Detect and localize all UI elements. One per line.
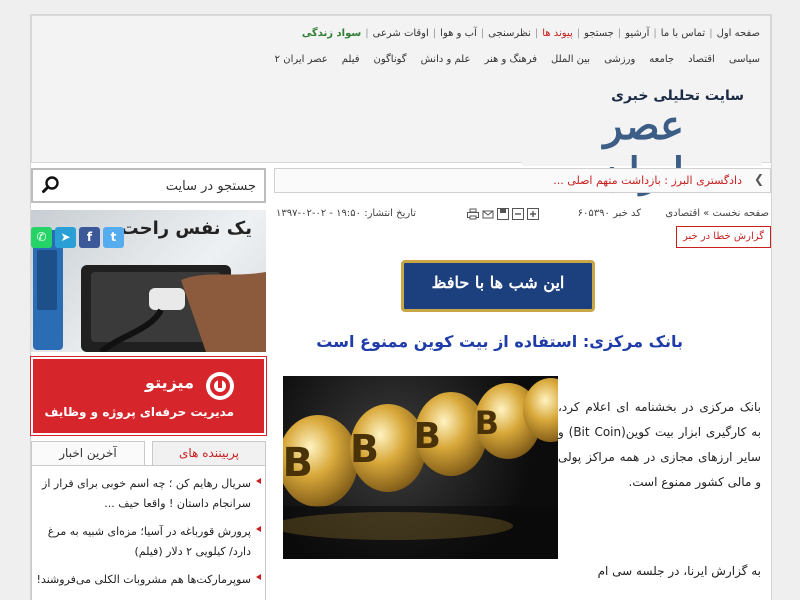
ad2-tagline: مدیریت حرفه‌ای پروژه و وظایف bbox=[44, 405, 234, 419]
nav-life-literacy[interactable]: سواد زندگی bbox=[302, 28, 361, 39]
list-item[interactable]: پرورش قورباغه در آسیا؛ مزه‌ای شبیه به مر… bbox=[32, 514, 265, 562]
chevron-right-icon[interactable]: ❯ bbox=[754, 172, 764, 186]
nav-poll[interactable]: نظرسنجی bbox=[488, 28, 531, 39]
search-box bbox=[31, 168, 266, 203]
save-icon[interactable] bbox=[497, 208, 509, 220]
ad2-brand: میزیتو bbox=[145, 373, 194, 392]
article-body-p1: بانک مرکزی در بخشنامه ای اعلام کرد، به ک… bbox=[558, 400, 762, 489]
search-input[interactable] bbox=[66, 176, 256, 196]
news-code: کد خبر ۶۰۵۳۹۰ bbox=[577, 208, 641, 219]
sidebar-tabs: پربیننده های آخرین اخبار bbox=[31, 441, 266, 465]
bullet-icon bbox=[256, 526, 261, 532]
list-item[interactable]: سوپرمارکت‌ها هم مشروبات الکلی می‌فروشند! bbox=[32, 562, 265, 590]
ticker-text[interactable]: دادگستری البرز : بازداشت متهم اصلی ... bbox=[553, 174, 742, 187]
nav-category-asriran2[interactable]: عصر ایران ۲ bbox=[275, 54, 328, 65]
hafez-banner[interactable]: این شب ها با حافظ bbox=[401, 260, 595, 312]
article-toolbar bbox=[464, 208, 539, 220]
article-image-bitcoin: B B B B bbox=[283, 376, 558, 559]
hafez-banner-text: این شب ها با حافظ bbox=[431, 273, 565, 292]
nav-category-international[interactable]: بین الملل bbox=[551, 54, 590, 65]
print-icon[interactable] bbox=[467, 208, 479, 220]
list-item-title[interactable]: سوپرمارکت‌ها هم مشروبات الکلی می‌فروشند! bbox=[37, 573, 251, 586]
svg-text:B: B bbox=[414, 416, 441, 457]
send-icon[interactable] bbox=[482, 208, 494, 220]
nav-weather[interactable]: آب و هوا bbox=[440, 28, 477, 39]
publish-date: تاریخ انتشار: ۱۹:۵۰ - ۰۲-۰۲-۱۳۹۷ bbox=[276, 208, 417, 219]
svg-text:B: B bbox=[283, 440, 313, 486]
font-increase-icon[interactable] bbox=[527, 208, 539, 220]
list-item-title[interactable]: پرورش قورباغه در آسیا؛ مزه‌ای شبیه به مر… bbox=[48, 525, 251, 558]
page: صفحه اول | تماس با ما | آرشیو | جستجو | پیون… bbox=[30, 14, 772, 600]
nav-contact[interactable]: تماس با ما bbox=[661, 28, 705, 39]
nav-category-misc[interactable]: گوناگون bbox=[374, 54, 407, 65]
site-header: صفحه اول | تماس با ما | آرشیو | جستجو | پیون… bbox=[31, 15, 771, 196]
article-body-p2: به گزارش ایرنا، در جلسه سی ام bbox=[597, 564, 761, 578]
nav-category-politics[interactable]: سیاسی bbox=[729, 54, 760, 65]
list-item[interactable]: سریال رهایم کن ؛ چه اسم خوبی برای فرار ا… bbox=[32, 466, 265, 514]
bullet-icon bbox=[256, 478, 261, 484]
nav-links[interactable]: پیوند ها bbox=[542, 28, 573, 39]
category-nav: سیاسی اقتصاد جامعه ورزشی بین الملل فرهنگ… bbox=[261, 54, 760, 65]
nav-search[interactable]: جستجو bbox=[584, 28, 614, 39]
whatsapp-icon[interactable]: ✆ bbox=[31, 227, 52, 248]
article-meta: صفحه نخست » اقتصادی کد خبر ۶۰۵۳۹۰ تاریخ … bbox=[274, 208, 771, 224]
nav-category-economy[interactable]: اقتصاد bbox=[688, 54, 715, 65]
nav-category-film[interactable]: فیلم bbox=[342, 54, 360, 65]
top-nav: صفحه اول | تماس با ما | آرشیو | جستجو | پیون… bbox=[301, 28, 760, 39]
ad-banner-mizito[interactable]: میزیتو مدیریت حرفه‌ای پروژه و وظایف bbox=[30, 356, 267, 436]
article-headline: بانک مرکزی: استفاده از بیت کوین ممنوع اس… bbox=[316, 332, 683, 351]
share-buttons: t f ➤ ✆ bbox=[31, 227, 127, 248]
search-button[interactable] bbox=[39, 174, 63, 198]
list-item-title[interactable]: سریال رهایم کن ؛ چه اسم خوبی برای فرار ا… bbox=[42, 477, 251, 510]
report-error-button[interactable]: گزارش خطا در خبر bbox=[675, 226, 771, 248]
nav-prayer-times[interactable]: اوقات شرعی bbox=[373, 28, 429, 39]
site-logo[interactable]: سایت تحلیلی خبری عصر ایران bbox=[522, 70, 762, 196]
telegram-icon[interactable]: ➤ bbox=[55, 227, 76, 248]
mizito-logo-icon bbox=[206, 372, 234, 400]
svg-text:B: B bbox=[475, 404, 499, 442]
font-decrease-icon[interactable] bbox=[512, 208, 524, 220]
search-icon bbox=[42, 175, 59, 193]
twitter-icon[interactable]: t bbox=[103, 227, 124, 248]
svg-text:B: B bbox=[350, 427, 379, 471]
nav-category-sports[interactable]: ورزشی bbox=[604, 54, 635, 65]
tab-most-viewed[interactable]: پربیننده های bbox=[152, 441, 266, 465]
tab-latest-news[interactable]: آخرین اخبار bbox=[31, 441, 145, 465]
nav-archive[interactable]: آرشیو bbox=[625, 28, 649, 39]
nav-category-society[interactable]: جامعه bbox=[649, 54, 674, 65]
nav-home[interactable]: صفحه اول bbox=[717, 28, 760, 39]
facebook-icon[interactable]: f bbox=[79, 227, 100, 248]
nav-category-culture[interactable]: فرهنگ و هنر bbox=[484, 54, 537, 65]
news-ticker[interactable]: ❯ دادگستری البرز : بازداشت متهم اصلی ... bbox=[274, 168, 771, 193]
nav-category-science[interactable]: علم و دانش bbox=[421, 54, 471, 65]
breadcrumb[interactable]: صفحه نخست » اقتصادی bbox=[665, 208, 769, 219]
bullet-icon bbox=[256, 574, 261, 580]
most-viewed-list: سریال رهایم کن ؛ چه اسم خوبی برای فرار ا… bbox=[31, 465, 266, 600]
